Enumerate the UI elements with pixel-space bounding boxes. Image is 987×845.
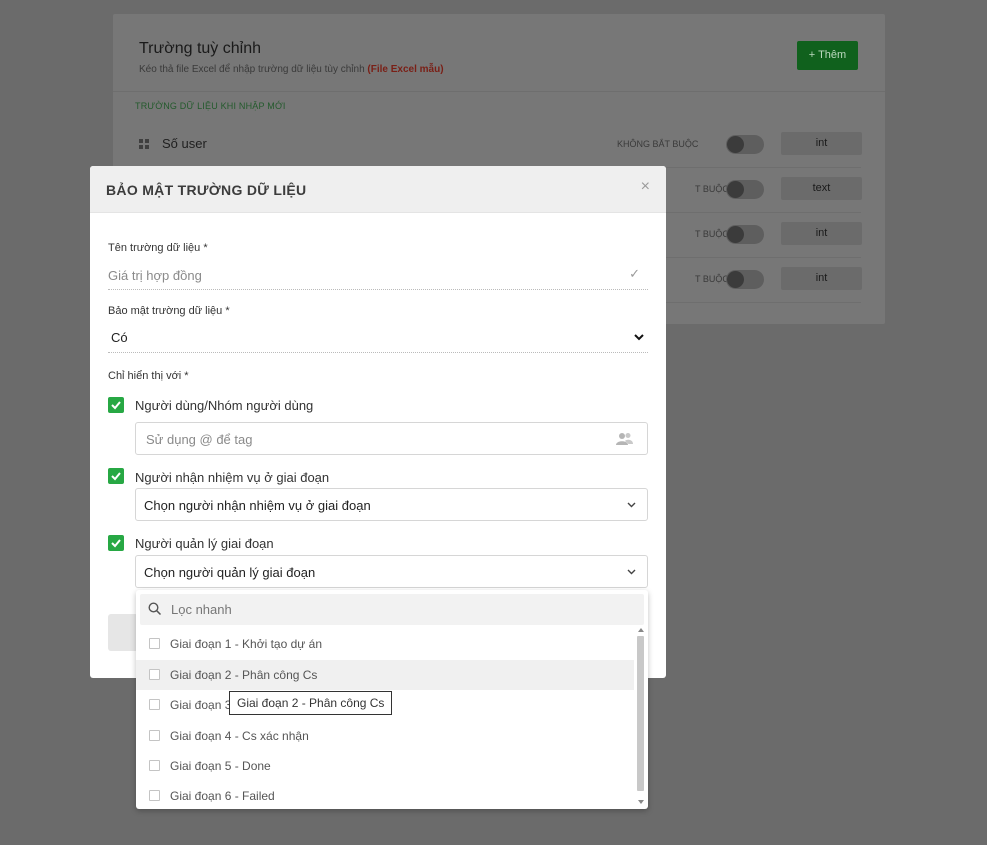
stage-label: Giai đoạn 2 - Phân công Cs xyxy=(170,668,318,682)
field-name: Số user xyxy=(162,136,207,151)
stage-checkbox[interactable] xyxy=(149,790,160,801)
stage-label: Giai đoạn 5 - Done xyxy=(170,759,271,773)
stage-manager-checkbox[interactable] xyxy=(108,535,124,551)
field-name-input[interactable]: Giá trị hợp đồng ✓ xyxy=(108,260,648,290)
stage-checkbox[interactable] xyxy=(149,638,160,649)
stage-checkbox[interactable] xyxy=(149,730,160,741)
tag-users-placeholder: Sử dụng @ để tag xyxy=(146,432,253,447)
required-label: KHÔNG BẮT BUỘC xyxy=(617,139,699,149)
scroll-down-icon[interactable] xyxy=(638,800,644,804)
field-name-label: Tên trường dữ liệu * xyxy=(108,242,208,254)
security-value: Có xyxy=(111,330,128,345)
security-label: Bảo mật trường dữ liệu * xyxy=(108,305,230,317)
add-field-button[interactable]: + Thêm xyxy=(797,41,858,70)
field-row: Số user KHÔNG BẮT BUỘC int xyxy=(135,124,862,168)
list-item[interactable]: Giai đoạn 1 - Khởi tạo dự án xyxy=(136,629,634,659)
list-item[interactable]: Giai đoạn 2 - Phân công Cs xyxy=(136,660,634,690)
sample-excel-link[interactable]: (File Excel mẫu) xyxy=(367,64,443,75)
check-icon: ✓ xyxy=(629,266,640,281)
check-icon xyxy=(111,472,121,481)
users-groups-checkbox[interactable] xyxy=(108,397,124,413)
stage-label: Giai đoạn 1 - Khởi tạo dự án xyxy=(170,637,322,651)
stage-assignee-label: Người nhận nhiệm vụ ở giai đoạn xyxy=(135,470,330,485)
stage-checkbox[interactable] xyxy=(149,699,160,710)
required-toggle[interactable] xyxy=(726,225,764,244)
stage-assignee-value: Chọn người nhận nhiệm vụ ở giai đoạn xyxy=(144,498,371,513)
modal-title: BẢO MẬT TRƯỜNG DỮ LIỆU xyxy=(106,182,307,198)
field-type: text xyxy=(781,177,862,200)
card-title: Trường tuỳ chỉnh xyxy=(139,40,261,57)
chevron-down-icon xyxy=(627,502,636,508)
required-label: T BUỘC xyxy=(695,229,729,239)
tooltip: Giai đoạn 2 - Phân công Cs xyxy=(229,691,393,715)
check-icon xyxy=(111,401,121,410)
modal-header: BẢO MẬT TRƯỜNG DỮ LIỆU × xyxy=(90,166,666,213)
divider xyxy=(113,91,885,92)
stage-assignee-checkbox[interactable] xyxy=(108,468,124,484)
stage-label: Giai đoạn 6 - Failed xyxy=(170,789,275,803)
field-name-value: Giá trị hợp đồng xyxy=(108,268,202,283)
search-icon xyxy=(148,602,162,616)
stage-manager-value: Chọn người quản lý giai đoạn xyxy=(144,565,316,580)
visible-to-label: Chỉ hiển thị với * xyxy=(108,370,189,382)
stage-checkbox[interactable] xyxy=(149,669,160,680)
section-label: TRƯỜNG DỮ LIỆU KHI NHẬP MỚI xyxy=(135,101,286,111)
scrollbar-thumb[interactable] xyxy=(637,636,644,791)
scrollbar[interactable] xyxy=(637,628,645,804)
stage-label: Giai đoạn 3 xyxy=(170,698,232,712)
required-toggle[interactable] xyxy=(726,270,764,289)
security-select[interactable]: Có xyxy=(108,323,648,353)
check-icon xyxy=(111,539,121,548)
stage-label: Giai đoạn 4 - Cs xác nhận xyxy=(170,729,309,743)
field-type: int xyxy=(781,267,862,290)
list-item[interactable]: Giai đoạn 6 - Failed xyxy=(136,781,634,809)
users-icon xyxy=(616,433,633,445)
list-item[interactable]: Giai đoạn 4 - Cs xác nhận xyxy=(136,721,634,751)
required-toggle[interactable] xyxy=(726,180,764,199)
field-type: int xyxy=(781,222,862,245)
stage-assignee-select[interactable]: Chọn người nhận nhiệm vụ ở giai đoạn xyxy=(135,488,648,521)
field-type: int xyxy=(781,132,862,155)
quick-filter-input[interactable]: Lọc nhanh xyxy=(140,594,644,625)
chevron-down-icon xyxy=(634,334,644,341)
stage-checkbox[interactable] xyxy=(149,760,160,771)
users-groups-label: Người dùng/Nhóm người dùng xyxy=(135,398,314,413)
required-label: T BUỘC xyxy=(695,184,729,194)
card-subtitle-text: Kéo thả file Excel để nhập trường dữ liệ… xyxy=(139,64,365,75)
stage-manager-label: Người quản lý giai đoạn xyxy=(135,536,274,551)
drag-handle-icon[interactable] xyxy=(139,139,150,150)
required-toggle[interactable] xyxy=(726,135,764,154)
modal-action-button[interactable] xyxy=(108,614,138,651)
close-icon[interactable]: × xyxy=(641,178,650,196)
card-subtitle: Kéo thả file Excel để nhập trường dữ liệ… xyxy=(139,64,444,75)
stage-manager-select[interactable]: Chọn người quản lý giai đoạn xyxy=(135,555,648,588)
chevron-down-icon xyxy=(627,569,636,575)
required-label: T BUỘC xyxy=(695,274,729,284)
quick-filter-placeholder: Lọc nhanh xyxy=(171,602,232,617)
scroll-up-icon[interactable] xyxy=(638,628,644,632)
list-item[interactable]: Giai đoạn 5 - Done xyxy=(136,751,634,781)
tag-users-input[interactable]: Sử dụng @ để tag xyxy=(135,422,648,455)
